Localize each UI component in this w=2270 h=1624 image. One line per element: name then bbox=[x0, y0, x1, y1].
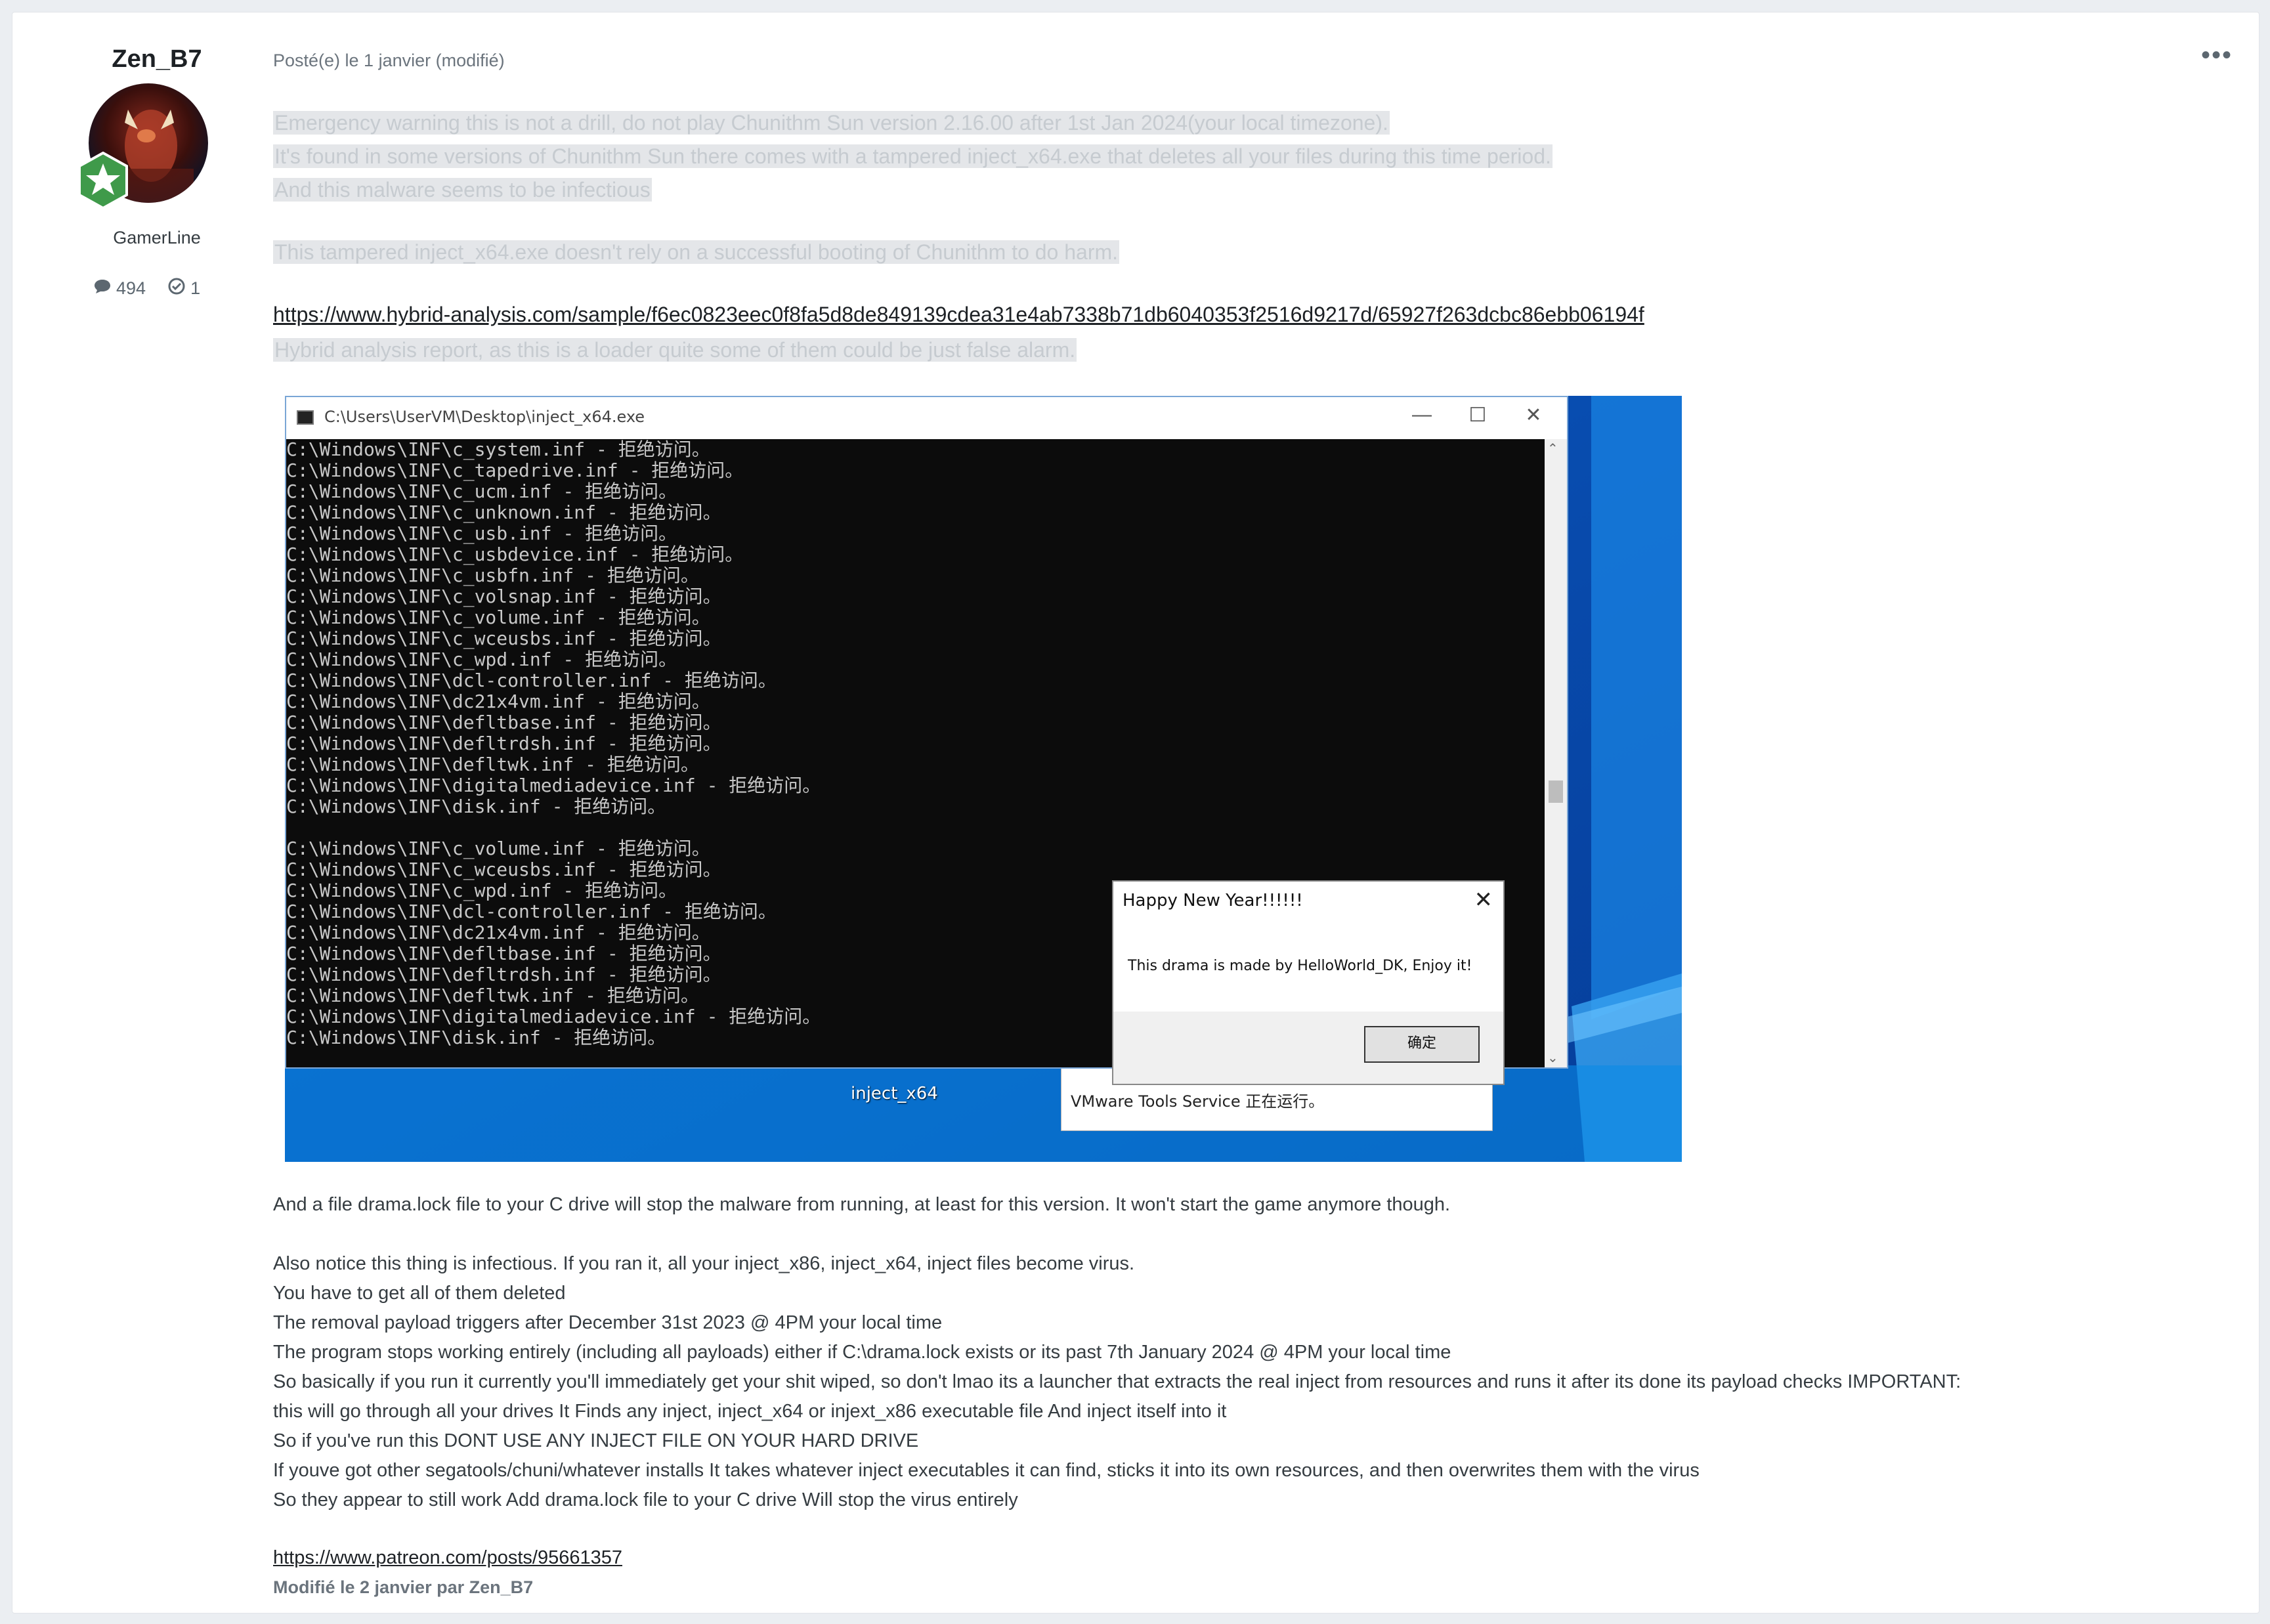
console-line: C:\Windows\INF\c_system.inf - 拒绝访问。 bbox=[286, 439, 710, 460]
console-title: C:\Users\UserVM\Desktop\inject_x64.exe bbox=[324, 408, 645, 426]
body-line-8: So if you've run this DONT USE ANY INJEC… bbox=[273, 1430, 919, 1451]
dialog-ok-button[interactable]: 确定 bbox=[1364, 1026, 1480, 1063]
console-line: C:\Windows\INF\c_wpd.inf - 拒绝访问。 bbox=[286, 880, 677, 901]
posts-count: 494 bbox=[116, 278, 146, 298]
warning-line-3: And this malware seems to be infectious bbox=[273, 178, 652, 202]
author-stats: 494 1 bbox=[94, 278, 200, 299]
edited-note: Modifié le 2 janvier par Zen_B7 bbox=[273, 1577, 534, 1597]
body-line-2: Also notice this thing is infectious. If… bbox=[273, 1253, 1135, 1274]
console-line: C:\Windows\INF\defltwk.inf - 拒绝访问。 bbox=[286, 754, 699, 775]
console-line: C:\Windows\INF\c_unknown.inf - 拒绝访问。 bbox=[286, 502, 721, 523]
reputation-icon bbox=[168, 278, 185, 299]
body-line-4: The removal payload triggers after Decem… bbox=[273, 1312, 943, 1333]
console-line: C:\Windows\INF\c_wpd.inf - 拒绝访问。 bbox=[286, 649, 677, 670]
more-options-button[interactable]: ••• bbox=[2201, 42, 2233, 68]
console-icon bbox=[297, 410, 314, 425]
dialog-message: This drama is made by HelloWorld_DK, Enj… bbox=[1128, 958, 1472, 974]
console-line: C:\Windows\INF\dc21x4vm.inf - 拒绝访问。 bbox=[286, 691, 710, 712]
body-line-6: So basically if you run it currently you… bbox=[273, 1371, 1961, 1392]
embedded-screenshot[interactable]: inject_x64 VMware Tools Service 正在运行。 C:… bbox=[285, 396, 1682, 1162]
user-group: GamerLine bbox=[113, 228, 201, 247]
console-line: C:\Windows\INF\c_usbfn.inf - 拒绝访问。 bbox=[286, 565, 699, 586]
body-line-10: So they appear to still work Add drama.l… bbox=[273, 1489, 1018, 1510]
scroll-down-icon[interactable]: ⌄ bbox=[1547, 1050, 1558, 1066]
console-line: C:\Windows\INF\disk.inf - 拒绝访问。 bbox=[286, 796, 666, 817]
console-line: C:\Windows\INF\c_tapedrive.inf - 拒绝访问。 bbox=[286, 459, 744, 481]
console-line: C:\Windows\INF\defltrdsh.inf - 拒绝访问。 bbox=[286, 964, 721, 985]
console-line: C:\Windows\INF\digitalmediadevice.inf - … bbox=[286, 1006, 821, 1027]
hybrid-analysis-link[interactable]: https://www.hybrid-analysis.com/sample/f… bbox=[273, 303, 1644, 327]
console-line: C:\Windows\INF\disk.inf - 拒绝访问。 bbox=[286, 1027, 666, 1048]
console-line: C:\Windows\INF\c_ucm.inf - 拒绝访问。 bbox=[286, 481, 677, 502]
console-line: C:\Windows\INF\dcl-controller.inf - 拒绝访问… bbox=[286, 670, 777, 691]
close-icon[interactable]: ✕ bbox=[1514, 404, 1553, 427]
console-scrollbar[interactable]: ⌃ ⌄ bbox=[1545, 439, 1567, 1067]
dialog-footer: 确定 bbox=[1113, 1012, 1503, 1084]
console-line: C:\Windows\INF\digitalmediadevice.inf - … bbox=[286, 775, 821, 796]
desktop-icon-label[interactable]: inject_x64 bbox=[851, 1084, 938, 1103]
console-line: C:\Windows\INF\c_volume.inf - 拒绝访问。 bbox=[286, 607, 710, 628]
post-date[interactable]: Posté(e) le 1 janvier (modifié) bbox=[273, 51, 505, 71]
body-line-3: You have to get all of them deleted bbox=[273, 1283, 566, 1304]
analysis-note: Hybrid analysis report, as this is a loa… bbox=[273, 338, 1077, 362]
console-line: C:\Windows\INF\c_volsnap.inf - 拒绝访问。 bbox=[286, 586, 721, 607]
scroll-thumb[interactable] bbox=[1549, 780, 1563, 803]
reputation-count: 1 bbox=[190, 278, 201, 298]
comment-icon bbox=[94, 278, 111, 299]
console-line: C:\Windows\INF\c_usbdevice.inf - 拒绝访问。 bbox=[286, 544, 744, 565]
console-line: C:\Windows\INF\c_usb.inf - 拒绝访问。 bbox=[286, 523, 677, 544]
rank-badge-icon bbox=[74, 151, 132, 210]
maximize-icon[interactable]: ☐ bbox=[1458, 404, 1497, 427]
console-line: C:\Windows\INF\dcl-controller.inf - 拒绝访问… bbox=[286, 901, 777, 922]
body-line-7: this will go through all your drives It … bbox=[273, 1401, 1227, 1422]
author-name[interactable]: Zen_B7 bbox=[52, 45, 262, 74]
message-dialog[interactable]: Happy New Year!!!!!! ✕ This drama is mad… bbox=[1112, 880, 1505, 1085]
console-lines: C:\Windows\INF\c_system.inf - 拒绝访问。 C:\Wi… bbox=[286, 439, 821, 1048]
dialog-title: Happy New Year!!!!!! bbox=[1123, 891, 1303, 910]
body-line-1: And a file drama.lock file to your C dri… bbox=[273, 1194, 1451, 1215]
console-line: C:\Windows\INF\dc21x4vm.inf - 拒绝访问。 bbox=[286, 922, 710, 943]
console-line: C:\Windows\INF\c_volume.inf - 拒绝访问。 bbox=[286, 838, 710, 859]
body-line-9: If youve got other segatools/chuni/whate… bbox=[273, 1460, 1700, 1481]
console-line: C:\Windows\INF\c_wceusbs.inf - 拒绝访问。 bbox=[286, 859, 721, 880]
console-line: C:\Windows\INF\defltrdsh.inf - 拒绝访问。 bbox=[286, 733, 721, 754]
reputation-stat: 1 bbox=[168, 278, 200, 299]
warning-line-2: It's found in some versions of Chunithm … bbox=[273, 144, 1553, 168]
dialog-close-icon[interactable]: ✕ bbox=[1474, 887, 1493, 913]
console-line: C:\Windows\INF\c_wceusbs.inf - 拒绝访问。 bbox=[286, 628, 721, 649]
patreon-link[interactable]: https://www.patreon.com/posts/95661357 bbox=[273, 1547, 622, 1569]
console-titlebar[interactable]: C:\Users\UserVM\Desktop\inject_x64.exe —… bbox=[286, 397, 1567, 439]
minimize-icon[interactable]: — bbox=[1402, 404, 1442, 426]
console-line: C:\Windows\INF\defltbase.inf - 拒绝访问。 bbox=[286, 712, 721, 733]
console-line: C:\Windows\INF\defltbase.inf - 拒绝访问。 bbox=[286, 943, 721, 964]
forum-post: Zen_B7 GamerLine 494 1 Posté(e) le 1 jan… bbox=[12, 12, 2259, 1613]
posts-stat: 494 bbox=[94, 278, 146, 299]
warning-line-4: This tampered inject_x64.exe doesn't rel… bbox=[273, 240, 1120, 264]
author-panel: Zen_B7 bbox=[52, 39, 262, 74]
scroll-up-icon[interactable]: ⌃ bbox=[1547, 440, 1558, 457]
warning-line-1: Emergency warning this is not a drill, d… bbox=[273, 111, 1390, 135]
console-line: C:\Windows\INF\defltwk.inf - 拒绝访问。 bbox=[286, 985, 699, 1006]
body-line-5: The program stops working entirely (incl… bbox=[273, 1342, 1451, 1363]
